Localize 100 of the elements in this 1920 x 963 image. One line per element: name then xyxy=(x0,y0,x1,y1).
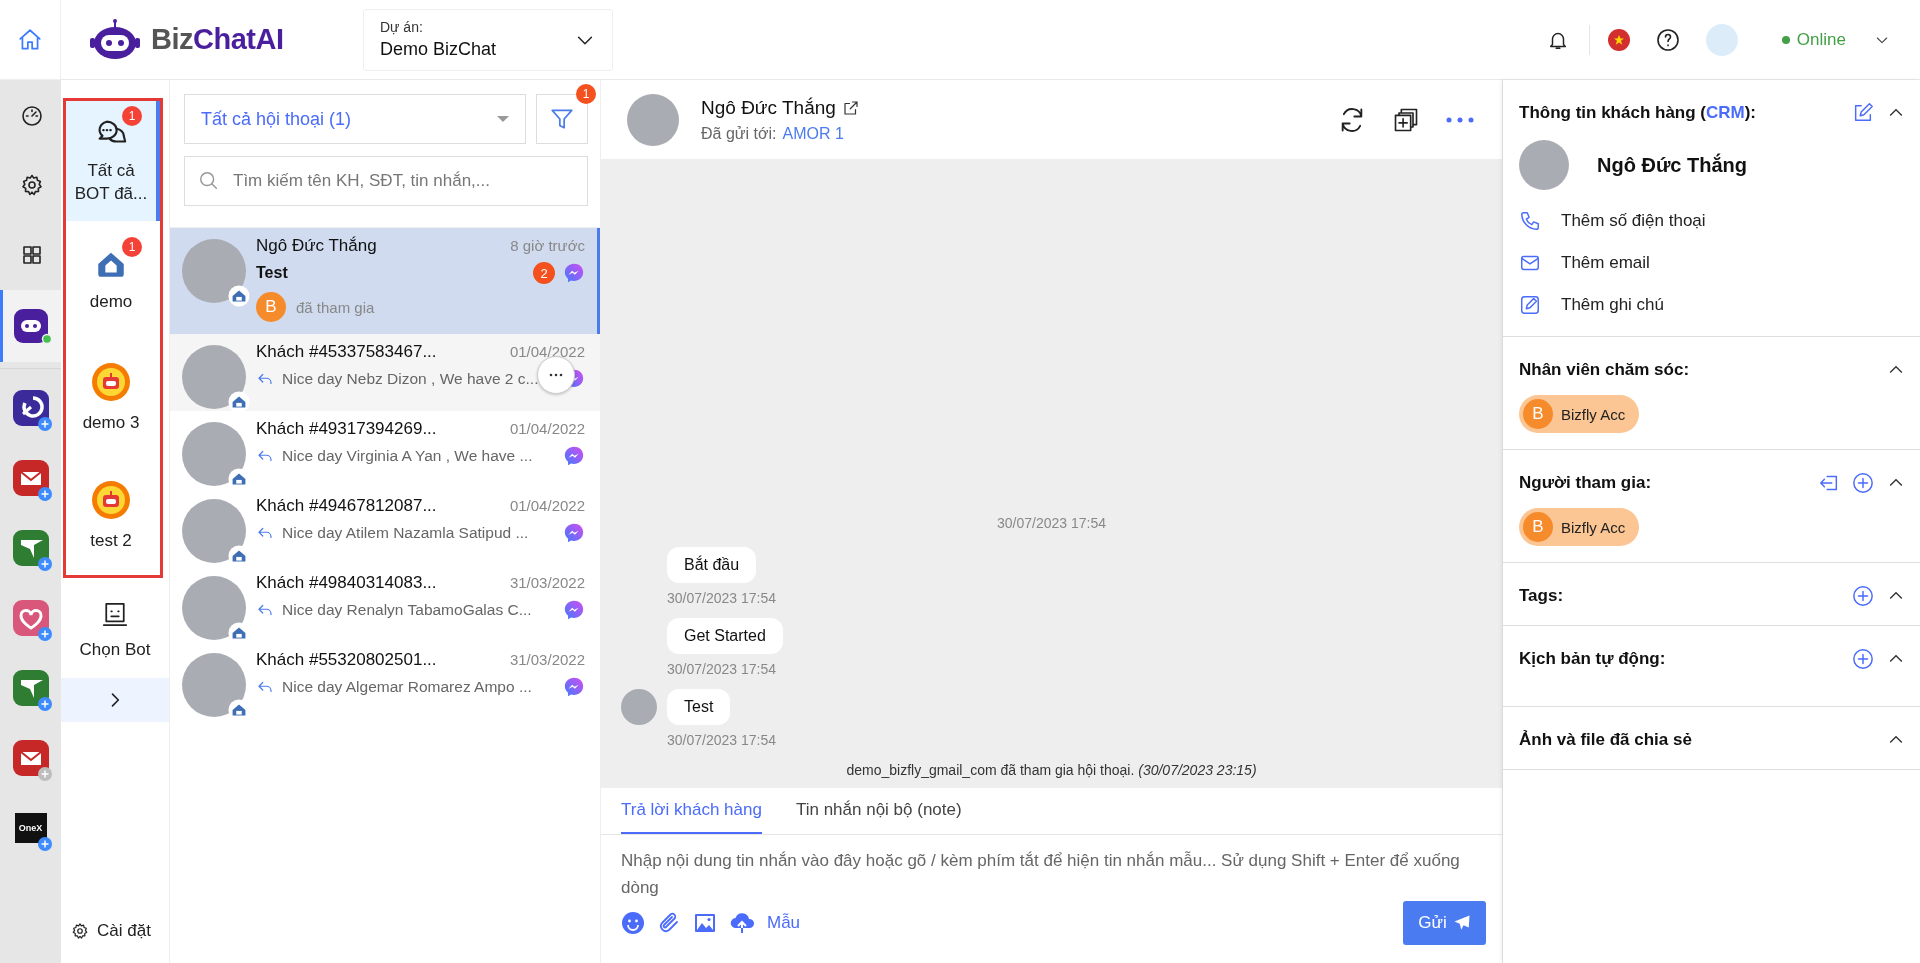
message-preview: Nice day Algemar Romarez Ampo ... xyxy=(282,678,532,696)
conversation-item[interactable]: Khách #45337583467... 01/04/2022 Nice day Nebz Dizon , We have 2 c... xyxy=(170,334,600,411)
unread-badge: 2 xyxy=(533,262,555,284)
send-icon xyxy=(1452,914,1471,932)
add-circle-icon[interactable] xyxy=(1852,472,1874,494)
section-title: Thông tin khách hàng (CRM): xyxy=(1519,103,1758,123)
project-selector[interactable]: Dự án: Demo BizChat xyxy=(363,8,613,71)
bot-name: test 2 xyxy=(89,529,133,552)
heart-app-icon[interactable] xyxy=(12,600,49,636)
contact-name: Khách #45337583467... xyxy=(256,342,437,362)
external-link-icon[interactable] xyxy=(841,98,860,117)
message-preview: Nice day Virginia A Yan , We have ... xyxy=(282,447,533,465)
bot-item[interactable]: 1 demo xyxy=(66,221,160,339)
template-button[interactable]: Mẫu xyxy=(767,913,801,933)
message-time: 30/07/2023 17:54 xyxy=(667,661,777,677)
contact-name: Khách #49840314083... xyxy=(256,573,437,593)
date-separator: 30/07/2023 17:54 xyxy=(997,515,1106,531)
conversation-item[interactable]: Khách #55320802501... 31/03/2022 Nice day Algemar Romarez Ampo ... xyxy=(170,642,600,719)
avatar-photo xyxy=(627,93,679,146)
count-badge: 1 xyxy=(576,84,596,104)
mail-app-icon[interactable] xyxy=(12,740,49,776)
bot-item[interactable]: 1 Tất cả BOT đã... xyxy=(66,101,160,221)
house-badge-icon xyxy=(228,285,250,307)
more-options-icon[interactable] xyxy=(1446,116,1474,123)
help-icon[interactable] xyxy=(1655,27,1680,52)
plus-badge-icon[interactable] xyxy=(38,837,52,851)
bot-item[interactable]: test 2 xyxy=(66,457,160,575)
section-title: Kịch bản tự động: xyxy=(1519,649,1667,669)
conversation-item[interactable]: Khách #49317394269... 01/04/2022 Nice day Virginia A Yan , We have ... xyxy=(170,411,600,488)
add-circle-icon[interactable] xyxy=(1852,585,1874,607)
section-title: Người tham gia: xyxy=(1519,473,1653,493)
plus-badge-icon[interactable] xyxy=(38,417,52,431)
settings-icon xyxy=(20,173,44,197)
message-preview: Nice day Atilem Nazamla Satipud ... xyxy=(282,524,529,542)
system-note: demo_bizfly_gmail_com đã tham gia hội thoại. (30/07/2023 23:15) xyxy=(846,762,1257,778)
robot-icon xyxy=(91,361,131,402)
dashboard-icon xyxy=(20,103,44,127)
contact-name: Khách #55320802501... xyxy=(256,650,437,670)
choose-bot-button[interactable]: Chọn Bot xyxy=(61,582,169,678)
timestamp: 01/04/2022 xyxy=(509,343,585,360)
agent-name: Bizfly Acc xyxy=(1561,405,1626,423)
agent-name: Bizfly Acc xyxy=(1561,518,1626,536)
search-icon xyxy=(198,170,220,192)
avatar-photo xyxy=(1519,140,1569,190)
robot-icon xyxy=(91,479,131,520)
bot-name: Tất cả BOT đã... xyxy=(73,160,149,205)
robot-logo-icon xyxy=(89,17,141,62)
edit-icon[interactable] xyxy=(1852,102,1874,124)
sidebar-item[interactable] xyxy=(0,290,61,362)
avatar-photo xyxy=(621,689,657,725)
send-button[interactable]: Gửi xyxy=(1403,901,1486,945)
add-circle-icon[interactable] xyxy=(1852,648,1874,670)
count-badge: 1 xyxy=(122,106,142,127)
upload-cloud-icon[interactable] xyxy=(729,911,755,935)
section-title: Ảnh và file đã chia sẻ xyxy=(1519,730,1693,750)
plane-app-icon[interactable] xyxy=(12,670,49,706)
contact-name: Ngô Đức Thắng xyxy=(256,236,377,256)
attachment-icon[interactable] xyxy=(657,911,681,935)
flag-icon[interactable] xyxy=(1607,28,1630,51)
search-field[interactable]: Tìm kiếm tên KH, SĐT, tin nhắn,... xyxy=(184,156,588,206)
sent-to-label: Đã gửi tới: xyxy=(701,124,777,143)
settings-button[interactable]: Cài đặt xyxy=(61,921,169,963)
grid-icon xyxy=(20,243,44,267)
tab[interactable]: Tin nhắn nội bộ (note) xyxy=(795,788,962,834)
message-time: 30/07/2023 17:54 xyxy=(667,590,776,606)
message-bubble: Bắt đầu xyxy=(667,547,757,583)
plane-app-icon[interactable] xyxy=(12,530,49,566)
app-logo-text: BizChatAI xyxy=(151,23,284,56)
add-field-link[interactable]: Thêm email xyxy=(1519,242,1906,284)
messenger-icon xyxy=(563,599,585,621)
page-link[interactable]: AMOR 1 xyxy=(782,124,844,143)
count-badge: 1 xyxy=(122,236,142,257)
image-icon[interactable] xyxy=(693,911,717,935)
section-title: Tags: xyxy=(1519,586,1565,606)
timestamp: 31/03/2022 xyxy=(509,651,585,668)
app-logo[interactable]: OneX xyxy=(14,813,47,843)
timestamp: 31/03/2022 xyxy=(509,574,585,591)
ellipsis-icon xyxy=(549,373,563,377)
phone-icon xyxy=(1519,210,1541,232)
bot-item[interactable]: demo 3 xyxy=(66,339,160,457)
conversation-item[interactable]: Ngô Đức Thắng 8 giờ trước Test 2 B đã tham gia xyxy=(170,228,600,334)
messenger-icon xyxy=(563,522,585,544)
message-bubble: Get Started xyxy=(667,618,783,654)
conversation-filter-dropdown[interactable]: Tất cả hội thoại (1) xyxy=(184,94,526,144)
bot-name: demo 3 xyxy=(81,411,141,434)
contact-name: Khách #49467812087... xyxy=(256,496,437,516)
conversation-item[interactable]: Khách #49467812087... 01/04/2022 Nice day Atilem Nazamla Satipud ... xyxy=(170,488,600,565)
more-options-button[interactable] xyxy=(537,356,575,394)
settings-icon xyxy=(71,922,89,940)
add-field-link[interactable]: Thêm ghi chú xyxy=(1519,284,1906,326)
section-title: Nhân viên chăm sóc: xyxy=(1519,360,1691,380)
crm-link[interactable]: CRM xyxy=(1706,103,1745,122)
add-field-link[interactable]: Thêm số điện thoại xyxy=(1519,200,1906,242)
mail-app-icon[interactable] xyxy=(12,460,49,496)
customer-name: Ngô Đức Thắng xyxy=(1597,153,1748,177)
message-bubble: Test xyxy=(667,689,731,725)
emoji-icon[interactable] xyxy=(621,911,645,935)
agent-avatar: B xyxy=(256,292,286,322)
flow-app-icon[interactable] xyxy=(12,390,49,426)
conversation-item[interactable]: Khách #49840314083... 31/03/2022 Nice day Renalyn TabamoGalas C... xyxy=(170,565,600,642)
